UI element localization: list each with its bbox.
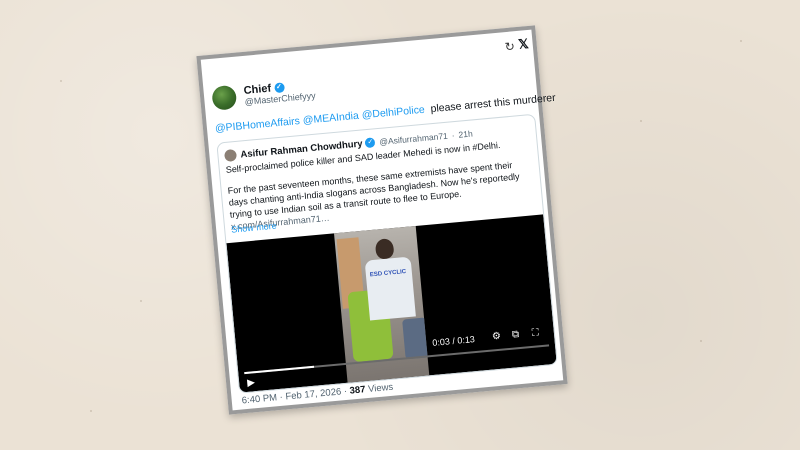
picture-in-picture-icon[interactable]: ⧉ [511, 329, 519, 341]
x-logo-icon[interactable]: 𝕏 [517, 36, 529, 53]
tweet-time[interactable]: 6:40 PM [241, 392, 277, 406]
fullscreen-icon[interactable]: ⛶ [531, 327, 539, 339]
quote-dot: · [451, 130, 455, 141]
quoted-tweet[interactable]: Asifur Rahman Chowdhury ✓ @Asifurrahman7… [216, 113, 558, 394]
video-person-body [364, 256, 416, 321]
tweet-author[interactable]: Chief ✓ @MasterChiefyyy [211, 78, 316, 111]
avatar[interactable] [211, 84, 238, 111]
video-current-time: 0:03 [431, 336, 451, 348]
quote-avatar[interactable] [224, 148, 238, 162]
play-icon[interactable]: ▶ [247, 377, 256, 389]
mention-link[interactable]: @PIBHomeAffairs [214, 115, 300, 135]
video-person-seated [402, 317, 430, 360]
verified-badge-icon: ✓ [273, 82, 285, 94]
video-time: 0:03 / 0:13 [432, 334, 475, 348]
verified-badge-icon: ✓ [364, 137, 376, 149]
quote-age: 21h [458, 128, 474, 140]
video-progress-fill [244, 365, 315, 375]
meta-dot: · [343, 385, 348, 398]
refresh-icon[interactable]: ↻ [504, 39, 515, 54]
video-total-time: 0:13 [456, 334, 476, 346]
quote-author-handle[interactable]: @Asifurrahman71 [379, 131, 448, 147]
tweet-body: please arrest this murderer [430, 91, 557, 116]
views-count: 387 [349, 384, 366, 397]
tweet-card[interactable]: ↻ 𝕏 Chief ✓ @MasterChiefyyy @PIBHomeAffa… [196, 25, 568, 415]
video-player[interactable]: ESD CYCLIC 0:03 / 0:13 ⚙ ⧉ ⛶ ▶ [226, 214, 557, 393]
video-time-separator: / [451, 335, 456, 347]
mention-link[interactable]: @MEAIndia [302, 110, 359, 127]
meta-dot: · [279, 391, 284, 403]
mention-link[interactable]: @DelhiPolice [361, 104, 425, 122]
views-label: Views [367, 381, 394, 395]
gear-icon[interactable]: ⚙ [492, 331, 502, 343]
video-person-head [374, 238, 395, 260]
tweet-date[interactable]: Feb 17, 2026 [285, 386, 342, 402]
